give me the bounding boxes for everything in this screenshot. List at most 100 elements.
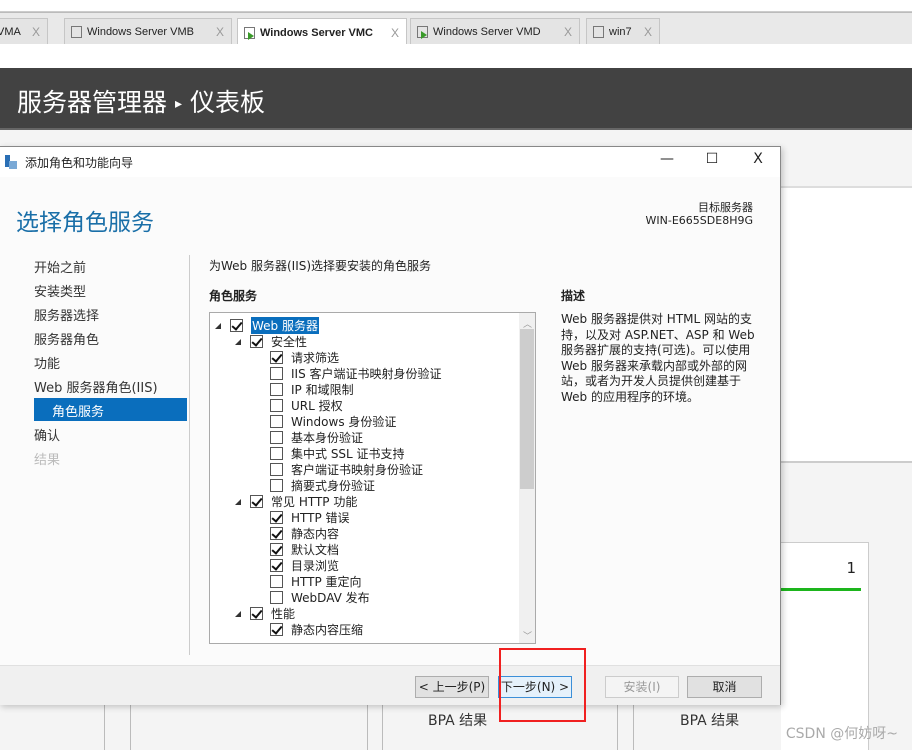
install-button[interactable]: 安装(I) [605, 676, 679, 698]
tree-item[interactable]: 基本身份验证 [270, 429, 363, 445]
tree-item[interactable]: 安全性 [235, 333, 307, 349]
tree-item[interactable]: 摘要式身份验证 [270, 477, 375, 493]
vm-tab-label: Windows Server VMC [260, 26, 373, 39]
tree-item[interactable]: 性能 [235, 605, 295, 621]
checkbox[interactable] [270, 478, 283, 492]
bpa-results-link[interactable]: BPA 结果 [680, 710, 739, 730]
tree-item[interactable]: 静态内容压缩 [270, 621, 363, 637]
vm-tab[interactable]: Windows Server VMC X [237, 18, 407, 46]
checkbox[interactable] [270, 430, 283, 444]
tree-item[interactable]: IP 和域限制 [270, 381, 354, 397]
tree-item[interactable]: Windows 身份验证 [270, 413, 396, 429]
collapse-arrow-icon[interactable] [215, 323, 221, 329]
tree-item[interactable]: 目录浏览 [270, 557, 339, 573]
collapse-arrow-icon[interactable] [235, 611, 241, 617]
wizard-nav-item: 结果 [34, 453, 61, 468]
vm-icon [244, 26, 255, 40]
close-tab-icon[interactable]: X [391, 26, 399, 40]
wizard-nav-item[interactable]: Web 服务器角色(IIS) [34, 377, 158, 396]
role-services-tree[interactable]: ︿ ﹀ Web 服务器 安全性 请求筛选 IIS 客户端证书映射身份验证 IP 和域限制… [209, 312, 536, 644]
close-button[interactable]: X [743, 151, 773, 173]
divider [367, 705, 368, 750]
vm-tab[interactable]: VMA X [0, 18, 48, 45]
tree-item[interactable]: URL 授权 [270, 397, 343, 413]
wizard-nav-item[interactable]: 角色服务 [34, 398, 187, 421]
annotation-highlight-box [499, 648, 586, 722]
checkbox[interactable] [250, 606, 263, 620]
tree-item[interactable]: 静态内容 [270, 525, 339, 541]
server-manager-icon [5, 155, 17, 169]
divider [104, 705, 105, 750]
tree-item[interactable]: 客户端证书映射身份验证 [270, 461, 423, 477]
wizard-nav-item[interactable]: 安装类型 [34, 281, 86, 300]
checkbox[interactable] [270, 510, 283, 524]
checkbox[interactable] [250, 334, 263, 348]
checkbox[interactable] [270, 446, 283, 460]
divider [130, 705, 131, 750]
checkbox[interactable] [250, 494, 263, 508]
checkbox[interactable] [270, 414, 283, 428]
checkbox[interactable] [270, 350, 283, 364]
tree-item[interactable]: 请求筛选 [270, 349, 339, 365]
tree-item[interactable]: 集中式 SSL 证书支持 [270, 445, 405, 461]
checkbox[interactable] [270, 542, 283, 556]
description-text: Web 服务器提供对 HTML 网站的支持，以及对 ASP.NET、ASP 和 … [561, 312, 755, 404]
checkbox[interactable] [270, 526, 283, 540]
collapse-arrow-icon[interactable] [235, 339, 241, 345]
vm-icon [417, 26, 428, 39]
tree-item[interactable]: HTTP 错误 [270, 509, 350, 525]
checkbox[interactable] [270, 558, 283, 572]
checkbox[interactable] [270, 622, 283, 636]
tree-item[interactable]: Web 服务器 [215, 316, 319, 334]
wizard-nav-item[interactable]: 服务器选择 [34, 305, 99, 324]
breadcrumb-page: 仪表板 [190, 88, 266, 117]
cancel-button[interactable]: 取消 [687, 676, 762, 698]
vm-tab-label: Windows Server VMB [87, 26, 194, 38]
wizard-nav-item[interactable]: 服务器角色 [34, 329, 99, 348]
vm-tab-label: win7 [609, 26, 632, 38]
checkbox[interactable] [270, 574, 283, 588]
tree-item[interactable]: HTTP 重定向 [270, 573, 362, 589]
wizard-nav-item[interactable]: 开始之前 [34, 257, 86, 276]
vm-tab-bar: VMA X Windows Server VMB X Windows Server VM… [0, 12, 912, 46]
bpa-results-link[interactable]: BPA 结果 [428, 710, 487, 730]
wizard-nav-item[interactable]: 确认 [34, 425, 60, 444]
vm-tab[interactable]: Windows Server VMB X [64, 18, 232, 45]
previous-button[interactable]: < 上一步(P) [415, 676, 489, 698]
checkbox[interactable] [270, 462, 283, 476]
target-server-name: WIN-E665SDE8H9G [645, 214, 753, 227]
close-tab-icon[interactable]: X [564, 25, 572, 39]
dialog-title-bar[interactable]: 添加角色和功能向导 — ☐ X [0, 147, 780, 177]
wizard-nav-item[interactable]: 功能 [34, 353, 60, 372]
tree-item-label: 常见 HTTP 功能 [271, 494, 358, 509]
minimize-button[interactable]: — [652, 151, 682, 173]
nav-divider [189, 255, 190, 655]
vm-tab[interactable]: win7 X [586, 18, 660, 45]
checkbox[interactable] [270, 398, 283, 412]
role-services-header: 角色服务 [209, 289, 258, 303]
page-title: 选择角色服务 [16, 210, 154, 236]
console-toolbar-area [0, 44, 912, 68]
close-tab-icon[interactable]: X [32, 25, 40, 39]
tree-item[interactable]: IIS 客户端证书映射身份验证 [270, 365, 442, 381]
browser-top-strip [0, 0, 912, 12]
tree-item-label: 基本身份验证 [291, 430, 364, 445]
checkbox[interactable] [270, 590, 283, 604]
checkbox[interactable] [230, 318, 243, 332]
tree-item[interactable]: WebDAV 发布 [270, 589, 370, 605]
vm-tab-label: Windows Server VMD [433, 26, 541, 38]
tree-item[interactable]: 常见 HTTP 功能 [235, 493, 358, 509]
checkbox[interactable] [270, 366, 283, 380]
maximize-button[interactable]: ☐ [697, 151, 727, 173]
close-tab-icon[interactable]: X [216, 25, 224, 39]
tree-item[interactable]: 默认文档 [270, 541, 339, 557]
dashboard-tile[interactable]: 1 [781, 542, 869, 750]
checkbox[interactable] [270, 382, 283, 396]
collapse-arrow-icon[interactable] [235, 499, 241, 505]
tree-scrollbar[interactable]: ︿ ﹀ [519, 313, 535, 643]
close-tab-icon[interactable]: X [644, 25, 652, 39]
scrollbar-thumb[interactable] [520, 329, 534, 489]
scroll-down-icon[interactable]: ﹀ [523, 629, 532, 642]
vm-tab[interactable]: Windows Server VMD X [410, 18, 580, 45]
app-title: 服务器管理器 [17, 88, 168, 117]
